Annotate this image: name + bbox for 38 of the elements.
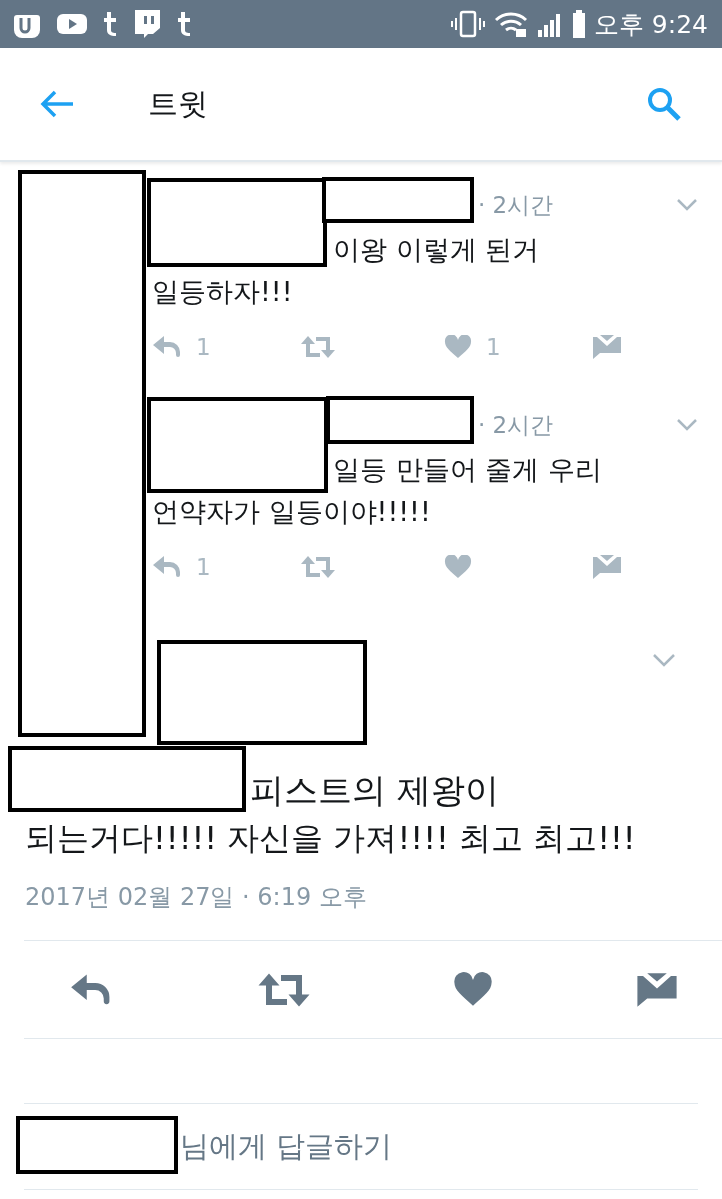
- status-time: 오후 9:24: [593, 8, 708, 41]
- heart-icon[interactable]: [453, 971, 494, 1008]
- reply-time: · 2시간: [478, 190, 554, 220]
- reply-count: 1: [196, 334, 211, 360]
- reply-text: 일등하자!!!: [152, 275, 294, 309]
- wifi-icon: [493, 10, 528, 38]
- play-icon: [56, 12, 88, 36]
- vibrate-icon: [449, 10, 486, 38]
- chevron-down-icon[interactable]: [652, 653, 676, 667]
- reply-text: 일등 만들어 줄게 우리: [333, 453, 602, 487]
- chevron-down-icon[interactable]: [676, 198, 698, 212]
- retweet-icon[interactable]: [256, 971, 311, 1008]
- tweet-text: 피스트의 제왕이: [250, 769, 499, 812]
- back-icon[interactable]: [39, 89, 75, 119]
- reply-prompt[interactable]: 님에게 답글하기: [180, 1126, 393, 1167]
- battery-icon: [571, 10, 586, 38]
- screen-title: 트윗: [148, 84, 208, 123]
- heart-icon[interactable]: [444, 335, 472, 359]
- chevron-down-icon[interactable]: [676, 418, 698, 432]
- retweet-icon[interactable]: [300, 555, 336, 579]
- mail-icon[interactable]: [592, 334, 622, 360]
- reply-count: 1: [196, 554, 211, 580]
- reply-time: · 2시간: [478, 410, 554, 440]
- tweet-timestamp: 2017년 02월 27일 · 6:19 오후: [24, 882, 368, 913]
- search-icon[interactable]: [646, 86, 682, 122]
- like-count: 1: [486, 334, 501, 360]
- mail-icon[interactable]: [592, 554, 622, 580]
- reply-text: 이왕 이렇게 된거: [333, 233, 540, 267]
- reply-icon[interactable]: [152, 335, 182, 359]
- chat-icon: [132, 8, 162, 40]
- heart-icon[interactable]: [444, 555, 472, 579]
- mail-icon[interactable]: [635, 970, 678, 1009]
- reply-icon[interactable]: [152, 555, 182, 579]
- retweet-icon[interactable]: [300, 335, 336, 359]
- reply-text: 언약자가 일등이야!!!!!: [152, 495, 432, 529]
- tumblr-icon: [176, 11, 192, 37]
- tweet-text: 되는거다!!!!! 자신을 가져!!!! 최고 최고!!!: [24, 818, 637, 859]
- tumblr-icon: [102, 11, 118, 37]
